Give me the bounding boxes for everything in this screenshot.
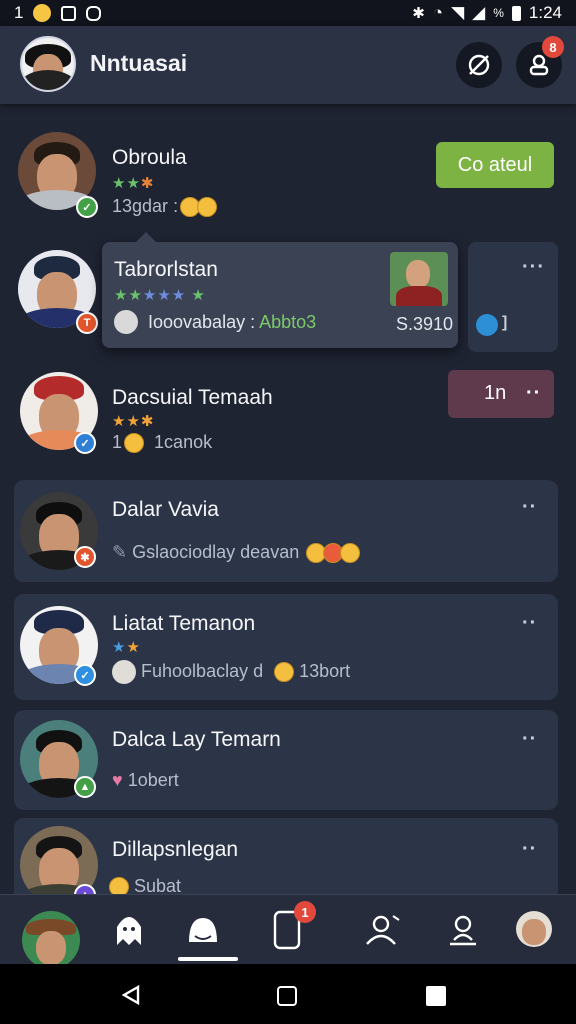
nav-chats-button[interactable]	[180, 907, 226, 953]
rating-stars: ★★✱	[112, 175, 155, 192]
amount-text: S.3910	[396, 314, 454, 334]
page-title: Nntuasai	[90, 50, 188, 76]
list-item[interactable]: ▲ Dalca Lay Temarn ·· ♥ 1obert	[14, 710, 558, 810]
more-icon[interactable]: ··	[522, 496, 537, 519]
contact-name: Dalar Vavia	[112, 498, 219, 521]
verified-icon: ✓	[74, 432, 96, 454]
contact-list: ✓ Obroula ★★✱ 13gdar : Co ateul T Tabror…	[0, 104, 576, 894]
tool-icon: ✎	[112, 542, 128, 562]
chat-person-icon	[189, 918, 217, 942]
contact-action-button[interactable]: Co ateul	[436, 142, 554, 188]
action-label: 1n	[484, 382, 507, 404]
status-number: 1	[14, 3, 24, 22]
clock: 1:24	[528, 3, 562, 22]
system-navigation-bar	[0, 964, 576, 1024]
battery-percent: %	[493, 6, 504, 20]
list-item[interactable]: ✓ Liatat Temanon ★★ ·· Fuhoolbaclay d 13…	[14, 594, 558, 700]
verified-icon: ✓	[74, 664, 96, 686]
app-header: Nntuasai 8	[0, 26, 576, 104]
contact-status: Fuhoolbaclay d 13bort	[112, 660, 350, 684]
ghost-icon	[117, 917, 141, 945]
shield-icon	[476, 314, 498, 336]
rating-stars: ★★✱	[112, 413, 155, 430]
contact-status: ♥ 1obert	[112, 770, 179, 790]
contact-name: Dacsuial Temaah	[112, 386, 273, 409]
badge-icon: T	[76, 312, 98, 334]
message-preview: Iooovabalay : Abbto3	[148, 312, 317, 332]
contact-status: 1 1canok	[112, 432, 213, 454]
signal-icon: ◢	[472, 3, 486, 22]
people-icon	[366, 915, 400, 945]
more-icon[interactable]: ··	[522, 728, 537, 751]
more-icon[interactable]: ··	[526, 382, 541, 405]
bluetooth-icon: ✱	[412, 5, 425, 22]
home-icon[interactable]	[277, 986, 297, 1006]
emoji-icon	[124, 433, 145, 454]
contact-name: Dillapsnlegan	[112, 838, 239, 861]
bottom-navigation: 1	[0, 894, 576, 969]
contact-status: 13gdar :	[112, 196, 218, 218]
active-tab-indicator	[178, 957, 238, 961]
friends-button[interactable]: 8	[516, 36, 564, 88]
battery-icon	[511, 5, 521, 21]
nav-profile-avatar[interactable]	[22, 911, 80, 969]
contact-status: ✎ Gslaociodlay deavan	[112, 542, 361, 564]
heart-icon: ♥	[112, 770, 123, 790]
badge-icon: ▲	[74, 884, 96, 894]
online-status-icon: ▲	[74, 776, 96, 798]
mini-avatar	[112, 660, 136, 684]
badge-icon: ✱	[74, 546, 96, 568]
thumbnail-image	[390, 252, 448, 306]
bracket-icon: ]	[502, 314, 509, 331]
wifi-icon: ◥	[451, 3, 465, 22]
contact-name: Obroula	[112, 146, 187, 169]
image-icon	[61, 5, 77, 21]
nav-phone-button[interactable]: 1	[264, 901, 316, 953]
contact-name: Tabrorlstan	[114, 258, 218, 281]
more-icon[interactable]: ··	[522, 612, 537, 635]
mini-avatar	[114, 310, 138, 334]
list-item[interactable]: ✱ Dalar Vavia ·· ✎ Gslaociodlay deavan	[14, 480, 558, 582]
emoji-icon	[109, 877, 129, 894]
user-icon	[450, 915, 476, 946]
emoji-icon	[274, 662, 295, 682]
nav-account-button[interactable]	[440, 907, 486, 953]
mute-button[interactable]	[456, 42, 502, 88]
notification-badge: 1	[294, 901, 316, 923]
message-preview-popup[interactable]: Tabrorlstan ★★★★★ ★ Iooovabalay : Abbto3…	[102, 232, 458, 348]
emoji-icon	[340, 543, 361, 564]
online-status-icon: ✓	[76, 196, 98, 218]
back-icon[interactable]	[120, 984, 142, 1006]
contact-name: Dalca Lay Temarn	[112, 728, 281, 751]
recents-icon[interactable]	[426, 986, 446, 1006]
rating-stars: ★★★★★ ★	[114, 287, 206, 304]
list-item[interactable]: ▲ Dillapsnlegan ·· Subat	[14, 818, 558, 894]
nav-people-button[interactable]	[360, 907, 406, 953]
emoji-icon	[33, 4, 52, 22]
game-icon	[86, 5, 102, 21]
nav-ghost-button[interactable]	[106, 907, 152, 953]
contact-status: Subat	[109, 876, 181, 894]
more-icon[interactable]: ··	[522, 838, 537, 861]
alarm-icon: ◔	[432, 3, 444, 22]
contact-action-button[interactable]: 1n ··	[448, 370, 554, 418]
emoji-icon	[197, 197, 218, 218]
status-bar: 1 ✱ ◔ ◥ ◢ % 1:24	[0, 0, 576, 26]
muted-icon	[468, 54, 490, 76]
notification-badge: 8	[542, 36, 564, 58]
contact-name: Liatat Temanon	[112, 612, 256, 635]
nav-friend-avatar[interactable]	[516, 911, 552, 947]
more-icon[interactable]: ···	[522, 256, 545, 279]
profile-avatar[interactable]	[20, 36, 76, 92]
side-card[interactable]: ··· ]	[468, 242, 558, 352]
rating-stars: ★★	[112, 639, 141, 656]
